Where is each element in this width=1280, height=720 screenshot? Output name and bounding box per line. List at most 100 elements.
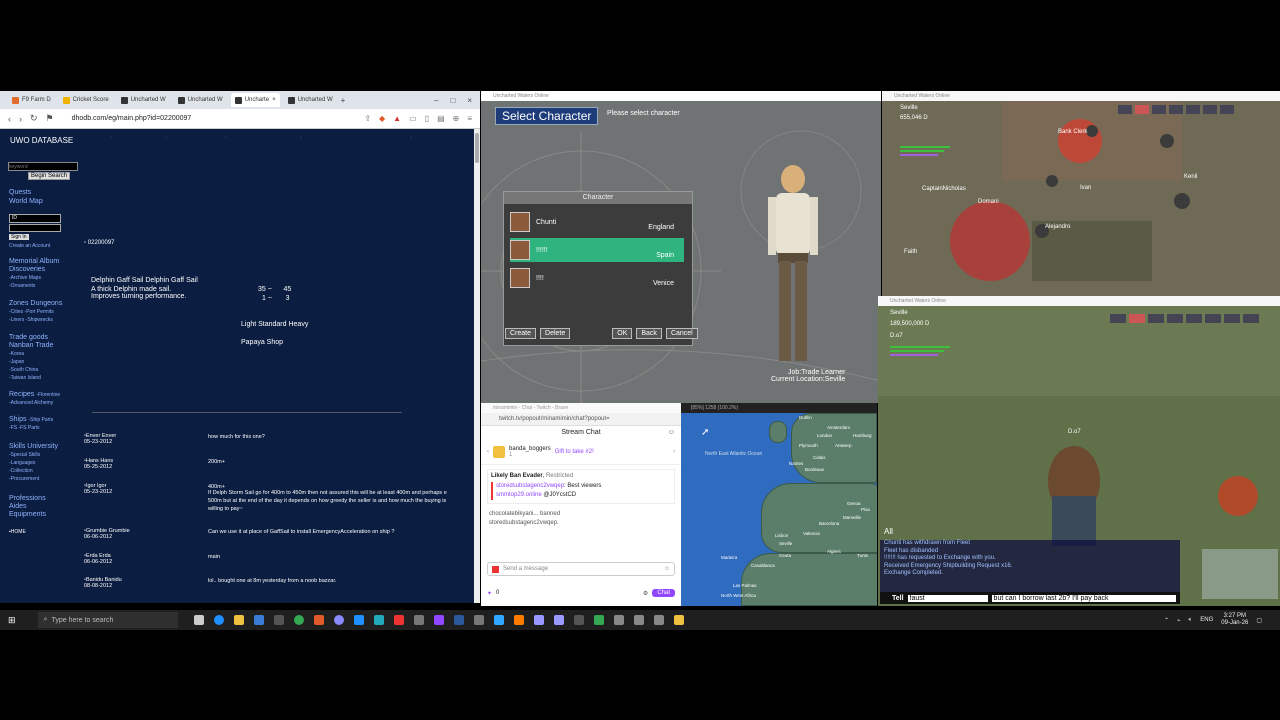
cities-link[interactable]: -Cities -Port Permits [9,308,62,316]
clock[interactable]: 3:27 PM 09-Jan-26 [1221,613,1248,627]
browser-tab-2[interactable]: Cricket Score [59,93,113,107]
gift-label[interactable]: Gift to take #2! [555,449,594,455]
home-link[interactable]: ▪HOME [9,529,26,535]
memorial-album-link[interactable]: Memorial Album [9,258,59,266]
delete-button[interactable]: Delete [540,328,571,339]
world-map-link[interactable]: World Map [9,197,43,206]
zones-dungeons-link[interactable]: Zones Dungeons [9,300,62,308]
bookmark-icon[interactable]: ⚑ [46,113,54,124]
aides-link[interactable]: Aides [9,503,46,511]
cancel-button[interactable]: Cancel [665,328,698,339]
fs-parts-link[interactable]: -FS -FS Parts [9,424,53,432]
browser-tab-4[interactable]: Uncharted W [174,93,227,107]
users-icon[interactable]: ☺ [668,426,675,439]
hud-button[interactable] [1118,105,1132,114]
sidebar-icon[interactable]: ▭ [409,114,417,123]
volume-icon[interactable]: 🔈︎ [1189,617,1193,624]
tell-target-input[interactable]: faust [907,594,988,602]
language-indicator[interactable]: ENG [1200,617,1213,623]
game-icon[interactable] [633,615,644,625]
minimize-icon[interactable]: – [434,96,438,105]
hud-button[interactable] [1224,314,1240,323]
character-slot-1[interactable]: Chunti England [510,210,684,234]
brave-icon[interactable] [313,615,324,625]
app-icon[interactable] [353,615,364,625]
chevron-left-icon[interactable]: ‹ [487,449,489,455]
page-scrollbar[interactable] [474,129,480,603]
hud-button[interactable] [1220,105,1234,114]
hud-button[interactable] [1169,105,1183,114]
quests-link[interactable]: Quests [9,188,43,197]
file-explorer-icon[interactable] [233,615,244,625]
menu-icon[interactable]: ≡ [467,114,472,123]
hud-button[interactable] [1167,314,1183,323]
hud-button[interactable] [1186,314,1202,323]
skills-link[interactable]: Skills University [9,443,58,451]
hud-button[interactable] [1148,314,1164,323]
hud-button[interactable] [1186,105,1200,114]
chat-url[interactable]: twitch.tv/popout/minamimin/chat?popout= [481,413,681,426]
hud-button[interactable] [1205,314,1221,323]
app-icon[interactable] [393,615,404,625]
app-icon[interactable] [573,615,584,625]
new-tab-icon[interactable]: + [341,96,346,105]
hud-button[interactable] [1129,314,1145,323]
url-field[interactable]: dhodb.com/eg/main.php?id=02200097 [72,115,357,122]
close-window-icon[interactable]: × [467,96,472,105]
create-button[interactable]: Create [505,328,537,339]
back-arrow-icon[interactable]: ‹ [8,114,11,124]
tell-label[interactable]: Tell [880,595,904,602]
liners-link[interactable]: -Liners -Shipwrecks [9,316,62,324]
korea-link[interactable]: -Korea [9,350,53,358]
notes-icon[interactable] [673,615,684,625]
browser-tab-5[interactable]: Uncharte × [230,93,280,107]
character-slot-3[interactable]: !!!! Venice [510,266,684,290]
app-icon[interactable] [273,615,284,625]
vpn-icon[interactable]: ⊕ [453,114,460,123]
professions-link[interactable]: Professions [9,495,46,503]
brave-shield-icon[interactable]: ◆ [379,114,385,123]
wallet-icon[interactable]: ▤ [437,114,445,123]
chat-tab-all[interactable]: All [884,527,893,536]
premiere-icon[interactable] [533,615,544,625]
advanced-alchemy-link[interactable]: -Advanced Alchemy [9,399,60,407]
network-icon[interactable]: ⌁ [1177,617,1181,624]
twitch-icon[interactable] [433,615,444,625]
game-icon[interactable] [653,615,664,625]
hud-button[interactable] [1203,105,1217,114]
procurement-link[interactable]: -Procurement [9,475,58,483]
archive-maps-link[interactable]: -Archive Maps [9,274,59,282]
chevron-right-icon[interactable]: › [673,449,681,455]
equipments-link[interactable]: Equipments [9,511,46,519]
chrome-icon[interactable] [293,615,304,625]
browser-tab-6[interactable]: Uncharted W [284,93,337,107]
after-effects-icon[interactable] [553,615,564,625]
browser-tab-3[interactable]: Uncharted W [117,93,170,107]
create-account-link[interactable]: Create an Account [9,243,50,249]
nanban-trade-link[interactable]: Nanban Trade [9,342,53,350]
chat-send-button[interactable]: Chat [652,589,675,597]
obs-icon[interactable] [333,615,344,625]
app-icon[interactable] [473,615,484,625]
ships-link[interactable]: Ships [9,416,27,423]
maximize-icon[interactable]: □ [450,96,455,105]
taiwan-link[interactable]: -Taiwan Island [9,374,53,382]
browser-tab-1[interactable]: F9 Farm D [8,93,55,107]
settings-icon[interactable]: ⚙ [643,590,648,597]
illustrator-icon[interactable] [513,615,524,625]
hud-button[interactable] [1152,105,1166,114]
languages-link[interactable]: -Languages [9,459,58,467]
south-china-link[interactable]: -South China [9,366,53,374]
special-skills-link[interactable]: -Special Skills [9,451,58,459]
ship-parts-link[interactable]: -Ship Parts [28,417,53,423]
mod-user[interactable]: storedsubstagenc2vwqep [496,483,564,489]
steam-icon[interactable] [453,615,464,625]
points-icon[interactable]: ✦ [487,590,492,597]
tell-message-input[interactable]: but can I borrow last 2b? I'll pay back [991,594,1176,602]
extensions-icon[interactable]: ▯ [425,114,429,123]
collection-link[interactable]: -Collection [9,467,58,475]
mail-icon[interactable] [253,615,264,625]
id-input[interactable]: ID [9,214,61,223]
rewards-icon[interactable]: ▲ [393,114,401,123]
taskbar-search[interactable]: ⌕ Type here to search [37,612,178,628]
